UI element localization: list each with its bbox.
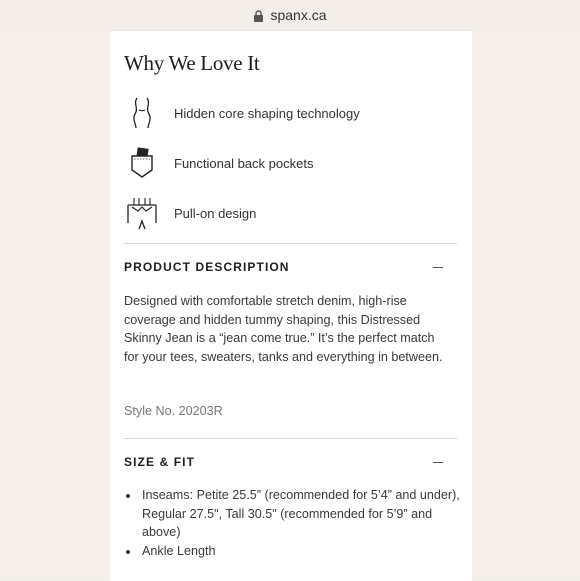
pull-on-jeans-icon — [124, 193, 160, 233]
section-heading: SIZE & FIT — [124, 455, 195, 469]
left-backdrop — [0, 0, 110, 580]
product-description-text: Designed with comfortable stretch denim,… — [124, 294, 443, 365]
why-we-love-it-title: Why We Love It — [124, 51, 260, 75]
product-details-panel: Why We Love It Hidden core shaping techn… — [110, 30, 472, 581]
section-divider — [124, 243, 457, 244]
style-number: Style No. 20203R — [124, 404, 223, 418]
list-item: Inseams: Petite 25.5” (recommended for 5… — [140, 486, 460, 542]
feature-item-shaping: Hidden core shaping technology — [124, 93, 360, 133]
section-heading: PRODUCT DESCRIPTION — [124, 260, 290, 274]
lock-icon — [254, 10, 264, 22]
right-backdrop — [472, 0, 580, 580]
size-fit-header[interactable]: SIZE & FIT — [124, 455, 457, 469]
browser-address-bar[interactable]: spanx.ca — [0, 0, 580, 30]
list-item: Ankle Length — [140, 542, 460, 561]
back-pocket-icon — [124, 143, 160, 183]
size-fit-list: Inseams: Petite 25.5” (recommended for 5… — [124, 486, 460, 561]
collapse-icon[interactable] — [433, 461, 443, 463]
feature-label: Hidden core shaping technology — [174, 105, 360, 121]
url-text: spanx.ca — [270, 7, 327, 23]
collapse-icon[interactable] — [433, 266, 443, 268]
feature-label: Functional back pockets — [174, 155, 314, 171]
product-description-header[interactable]: PRODUCT DESCRIPTION — [124, 260, 457, 274]
feature-item-pull-on: Pull-on design — [124, 193, 256, 233]
body-curve-icon — [124, 93, 160, 133]
section-divider — [124, 438, 457, 439]
feature-item-pockets: Functional back pockets — [124, 143, 313, 183]
feature-label: Pull-on design — [174, 205, 257, 221]
